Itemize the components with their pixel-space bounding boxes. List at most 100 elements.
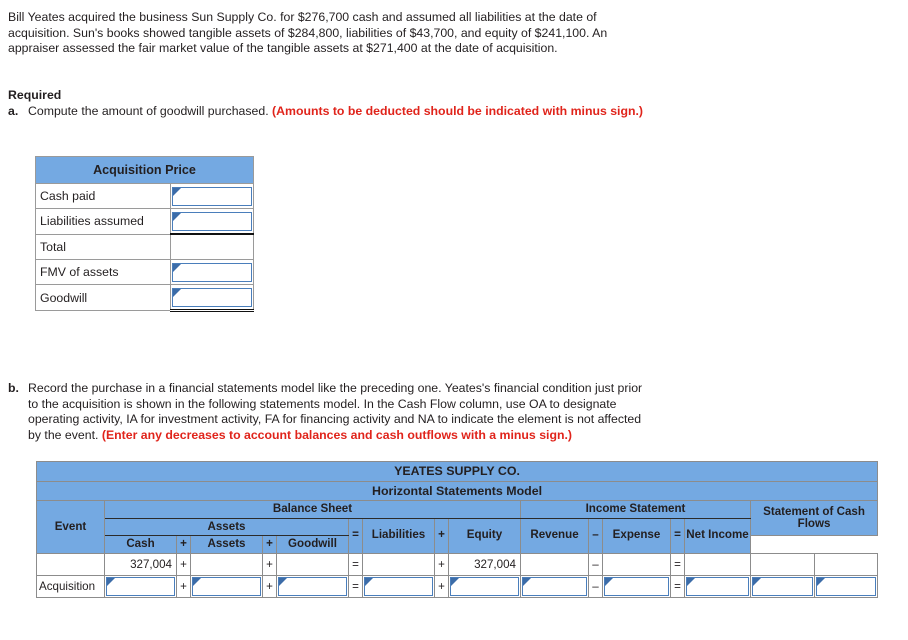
group-header-assets: Assets	[104, 517, 349, 536]
cell-goodwill	[170, 284, 254, 312]
column-header-goodwill: Goodwill	[276, 535, 349, 554]
table-row: FMV of assets	[35, 259, 254, 285]
operator-minus: –	[588, 517, 603, 554]
acquisition-price-header: Acquisition Price	[35, 156, 254, 184]
table-row: 327,004 + + = + 327,004 – =	[36, 552, 879, 576]
requirement-b-marker: b.	[8, 381, 19, 395]
cell-liabilities-assumed	[170, 208, 254, 235]
value-goodwill	[276, 552, 349, 576]
column-header-liabilities: Liabilities	[362, 517, 435, 554]
horizontal-statements-model-table: YEATES SUPPLY CO. Horizontal Statements …	[35, 461, 879, 598]
value-cash: 327,004	[104, 552, 177, 576]
table-row: Goodwill	[35, 284, 254, 312]
table-row: Horizontal Statements Model	[35, 480, 879, 501]
column-header-net-income: Net Income	[684, 517, 751, 554]
cell-assets	[190, 574, 263, 598]
input-cash[interactable]	[106, 576, 175, 596]
input-revenue[interactable]	[522, 576, 587, 596]
operator-plus: +	[434, 517, 449, 554]
requirement-b-emphasis: (Enter any decreases to account balances…	[101, 427, 572, 442]
row-label-goodwill: Goodwill	[35, 284, 171, 311]
operator-plus: +	[176, 574, 191, 598]
operator-plus: +	[262, 552, 277, 576]
requirement-a-emphasis: (Amounts to be deducted should be indica…	[272, 104, 644, 118]
input-cash-flow-1[interactable]	[752, 576, 813, 596]
input-liabilities[interactable]	[364, 576, 433, 596]
cell-revenue	[520, 574, 589, 598]
input-liabilities-assumed[interactable]	[172, 211, 252, 231]
requirement-a-body: Compute the amount of goodwill purchased…	[8, 104, 648, 120]
input-expense[interactable]	[604, 576, 669, 596]
column-header-revenue: Revenue	[520, 517, 589, 554]
input-assets[interactable]	[192, 576, 261, 596]
operator-equals: =	[348, 574, 363, 598]
problem-paragraph: Bill Yeates acquired the business Sun Su…	[8, 10, 608, 56]
cell-cash-flow-2	[813, 574, 879, 598]
operator-plus: +	[262, 574, 277, 598]
row-event-label	[36, 552, 105, 576]
table-row: Liabilities assumed	[35, 208, 254, 235]
operator-minus: –	[588, 574, 603, 598]
operator-plus: +	[176, 552, 191, 576]
acquisition-price-table: Acquisition Price Cash paid Liabilities …	[35, 156, 254, 312]
row-label-liabilities-assumed: Liabilities assumed	[35, 208, 171, 235]
operator-equals: =	[348, 552, 363, 576]
value-revenue	[520, 552, 589, 576]
table-row: Acquisition + + = + – =	[36, 574, 879, 598]
table-row: Event Balance Sheet Income Statement Sta…	[36, 500, 879, 554]
operator-minus: –	[588, 552, 603, 576]
value-total	[172, 238, 252, 257]
operator-plus: +	[434, 552, 449, 576]
cell-fmv-of-assets	[170, 259, 254, 285]
input-fmv-of-assets[interactable]	[172, 262, 252, 282]
required-heading: Required	[8, 88, 62, 102]
operator-equals-income: =	[670, 517, 685, 554]
cell-total	[170, 233, 254, 260]
requirement-a: a. Compute the amount of goodwill purcha…	[8, 104, 648, 120]
operator-equals: =	[670, 574, 685, 598]
value-net-income	[684, 552, 751, 576]
column-header-event: Event	[36, 500, 105, 554]
table-row: Acquisition Price	[35, 156, 254, 184]
operator-plus-assets: +	[176, 535, 191, 554]
group-header-balance-sheet: Balance Sheet	[104, 500, 521, 519]
row-label-fmv-of-assets: FMV of assets	[35, 259, 171, 285]
input-cash-flow-2[interactable]	[816, 576, 877, 596]
input-equity[interactable]	[450, 576, 519, 596]
value-assets	[190, 552, 263, 576]
cell-cash-paid	[170, 183, 254, 209]
cell-goodwill	[276, 574, 349, 598]
input-goodwill[interactable]	[278, 576, 347, 596]
requirement-a-text: Compute the amount of goodwill purchased…	[28, 104, 273, 118]
row-label-total: Total	[35, 233, 171, 260]
value-cash-flow-2	[813, 552, 879, 576]
cell-liabilities	[362, 574, 435, 598]
operator-equals: =	[348, 517, 363, 554]
group-header-income-statement: Income Statement	[520, 500, 751, 519]
cell-expense	[602, 574, 671, 598]
group-header-statement-of-cash-flows: Statement of Cash Flows	[749, 500, 879, 536]
cell-cash-flow-1	[750, 574, 815, 598]
operator-plus: +	[434, 574, 449, 598]
operator-equals: =	[670, 552, 685, 576]
problem-statement: Bill Yeates acquired the business Sun Su…	[8, 10, 648, 57]
requirement-a-marker: a.	[8, 104, 19, 118]
requirement-b-body: Record the purchase in a financial state…	[8, 381, 648, 443]
cell-equity	[448, 574, 521, 598]
column-header-equity: Equity	[448, 517, 521, 554]
cell-cash	[104, 574, 177, 598]
table-row: Cash paid	[35, 183, 254, 209]
column-header-cash: Cash	[104, 535, 177, 554]
company-name-header: YEATES SUPPLY CO.	[35, 461, 879, 482]
requirement-b: b. Record the purchase in a financial st…	[8, 381, 648, 443]
value-equity: 327,004	[448, 552, 521, 576]
table-row: YEATES SUPPLY CO.	[35, 461, 879, 482]
table-row: Total	[35, 233, 254, 260]
cell-net-income	[684, 574, 751, 598]
input-goodwill[interactable]	[172, 287, 252, 307]
row-event-label-acquisition: Acquisition	[36, 574, 105, 598]
input-cash-paid[interactable]	[172, 186, 252, 206]
value-cash-flow-1	[750, 552, 815, 576]
input-net-income[interactable]	[686, 576, 749, 596]
operator-plus-goodwill: +	[262, 535, 277, 554]
